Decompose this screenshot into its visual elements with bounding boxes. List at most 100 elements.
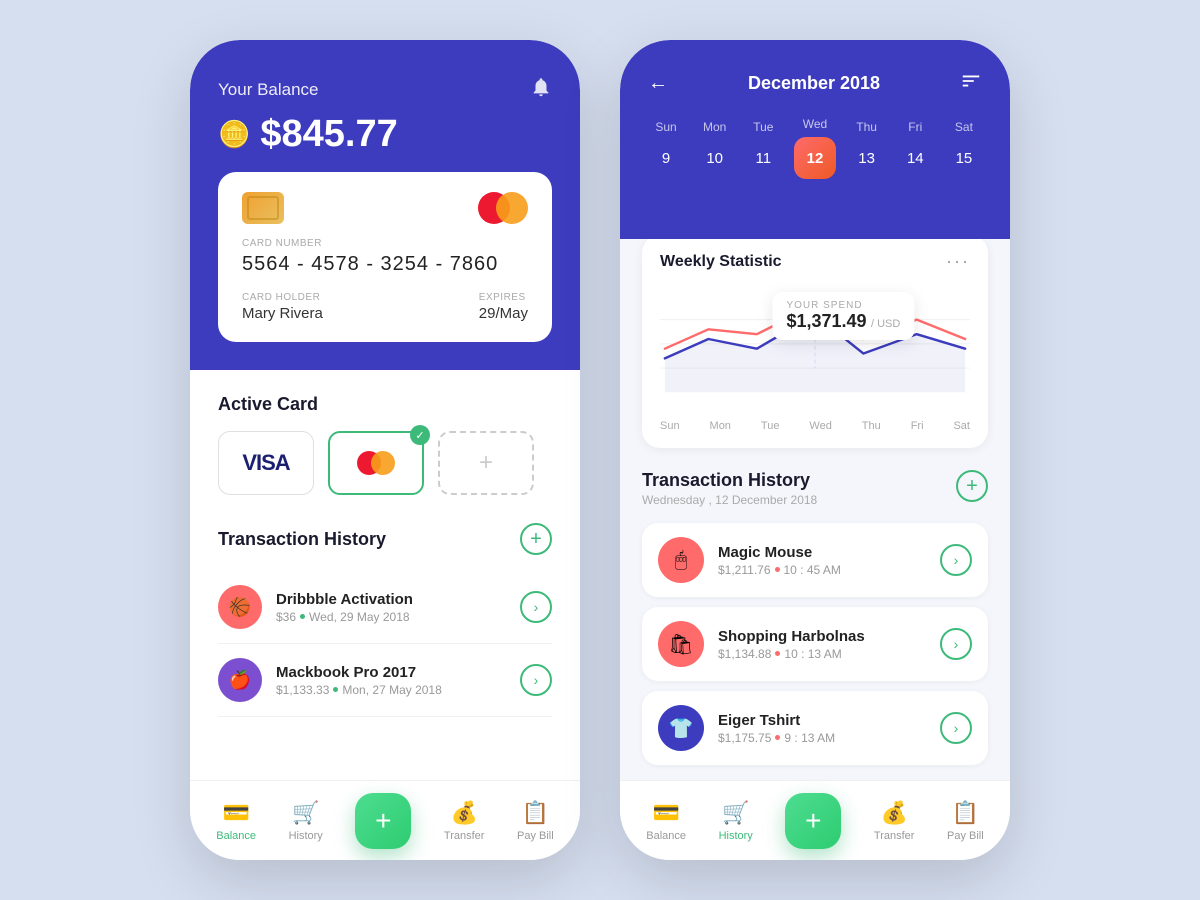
weekly-title: Weekly Statistic [660, 253, 782, 271]
cal-day-mon[interactable]: Mon 10 [697, 120, 733, 176]
magic-mouse-amount: $1,211.76 [718, 563, 771, 577]
chip-icon [242, 192, 284, 224]
card-number: 5564 - 4578 - 3254 - 7860 [242, 253, 528, 276]
add-right-transaction-button[interactable]: + [956, 470, 988, 502]
balance-nav-label: Balance [216, 830, 256, 842]
nav-pay-bill[interactable]: 📋 Pay Bill [517, 800, 554, 842]
balance-label: Your Balance [218, 80, 319, 100]
spend-amount: $1,371.49 [786, 311, 866, 331]
cal-day-tue[interactable]: Tue 11 [745, 120, 781, 176]
spend-tooltip: YOUR SPEND $1,371.49 / USD [772, 292, 914, 340]
macbook-icon: 🍎 [218, 658, 262, 702]
right-nav-center-add-button[interactable]: + [785, 793, 841, 849]
balance-nav-icon: 💳 [222, 800, 249, 826]
right-transaction-history: Transaction History Wednesday , 12 Decem… [642, 470, 988, 765]
mastercard-logo [478, 192, 528, 224]
right-body-scroll: Weekly Statistic ··· YOUR SPEND $1,371.4… [620, 215, 1010, 780]
cal-day-fri[interactable]: Fri 14 [897, 120, 933, 176]
bottom-navigation: 💳 Balance 🛒 History + 💰 Transfer 📋 Pay B… [190, 780, 580, 860]
transfer-nav-label: Transfer [444, 830, 485, 842]
eiger-time: 9 : 13 AM [784, 731, 835, 745]
chart-area: YOUR SPEND $1,371.49 / USD [660, 284, 970, 414]
magic-mouse-meta: $1,211.76 10 : 45 AM [718, 563, 926, 577]
right-nav-history[interactable]: 🛒 History [719, 800, 753, 842]
right-balance-nav-label: Balance [646, 830, 686, 842]
right-history-nav-label: History [719, 830, 753, 842]
transfer-nav-icon: 💰 [450, 800, 477, 826]
chart-label-tue: Tue [761, 420, 780, 432]
back-button[interactable]: ← [648, 72, 668, 95]
filter-icon[interactable] [960, 70, 982, 97]
card-expires-section: EXPIRES 29/May [479, 292, 528, 322]
shopping-meta: $1,134.88 10 : 13 AM [718, 647, 926, 661]
right-balance-nav-icon: 💳 [652, 800, 679, 826]
calendar-row: Sun 9 Mon 10 Tue 11 Wed 12 Thu 13 Fri 14 [648, 117, 982, 179]
right-bottom-navigation: 💳 Balance 🛒 History + 💰 Transfer 📋 Pay B… [620, 780, 1010, 860]
dribbble-icon: 🏀 [218, 585, 262, 629]
mastercard-thumb[interactable]: ✓ [328, 431, 424, 495]
meta-dot-1 [775, 567, 780, 572]
nav-balance[interactable]: 💳 Balance [216, 800, 256, 842]
add-card-thumb[interactable]: + [438, 431, 534, 495]
balance-amount: 🪙 $845.77 [218, 113, 552, 156]
right-transfer-nav-label: Transfer [874, 830, 915, 842]
tx-card-shopping: 🛍 Shopping Harbolnas $1,134.88 10 : 13 A… [642, 607, 988, 681]
transaction-history-title: Transaction History [218, 529, 386, 550]
cal-day-thu[interactable]: Thu 13 [849, 120, 885, 176]
history-nav-label: History [289, 830, 323, 842]
card-top-row [242, 192, 528, 224]
macbook-amount: $1,133.33 [276, 683, 329, 697]
phone-body: Active Card VISA ✓ + Transaction His [190, 370, 580, 780]
dribbble-amount: $36 [276, 610, 296, 624]
eiger-meta: $1,175.75 9 : 13 AM [718, 731, 926, 745]
transaction-history-section: Transaction History + 🏀 Dribbble Activat… [218, 523, 552, 717]
pay-bill-nav-icon: 📋 [522, 800, 549, 826]
check-badge: ✓ [410, 425, 430, 445]
eiger-icon: 👕 [658, 705, 704, 751]
notification-icon[interactable] [530, 76, 552, 103]
eiger-name: Eiger Tshirt [718, 712, 926, 729]
dribbble-arrow[interactable]: › [520, 591, 552, 623]
chart-label-wed: Wed [809, 420, 831, 432]
cal-day-wed[interactable]: Wed 12 [794, 117, 836, 179]
balance-header: Your Balance [218, 76, 552, 103]
right-nav-pay-bill[interactable]: 📋 Pay Bill [947, 800, 984, 842]
active-cards-row: VISA ✓ + [218, 431, 552, 495]
shopping-icon: 🛍 [658, 621, 704, 667]
dots-menu[interactable]: ··· [946, 251, 970, 272]
right-transfer-nav-icon: 💰 [880, 800, 907, 826]
right-nav-transfer[interactable]: 💰 Transfer [874, 800, 915, 842]
shopping-arrow[interactable]: › [940, 628, 972, 660]
left-phone: Your Balance 🪙 $845.77 CARD NUMBER 5564 … [190, 40, 580, 860]
add-transaction-button[interactable]: + [520, 523, 552, 555]
right-phone: ← December 2018 Sun 9 Mon 10 Tue 11 Wed … [620, 40, 1010, 860]
weekly-statistic-card: Weekly Statistic ··· YOUR SPEND $1,371.4… [642, 235, 988, 448]
spend-currency: / USD [871, 318, 900, 330]
nav-history[interactable]: 🛒 History [289, 800, 323, 842]
cal-day-sat[interactable]: Sat 15 [946, 120, 982, 176]
card-number-label: CARD NUMBER [242, 238, 528, 249]
cal-day-sun[interactable]: Sun 9 [648, 120, 684, 176]
card-holder-value: Mary Rivera [242, 305, 323, 322]
macbook-arrow[interactable]: › [520, 664, 552, 696]
nav-center-add-button[interactable]: + [355, 793, 411, 849]
nav-transfer[interactable]: 💰 Transfer [444, 800, 485, 842]
wallet-icon: 🪙 [218, 119, 250, 150]
active-card-title: Active Card [218, 394, 318, 415]
visa-card-thumb[interactable]: VISA [218, 431, 314, 495]
phone-header: Your Balance 🪙 $845.77 CARD NUMBER 5564 … [190, 40, 580, 370]
magic-mouse-arrow[interactable]: › [940, 544, 972, 576]
transaction-item-macbook: 🍎 Mackbook Pro 2017 $1,133.33 Mon, 27 Ma… [218, 644, 552, 717]
card-expires-value: 29/May [479, 305, 528, 322]
macbook-name: Mackbook Pro 2017 [276, 664, 506, 681]
macbook-info: Mackbook Pro 2017 $1,133.33 Mon, 27 May … [276, 664, 506, 697]
right-nav-balance[interactable]: 💳 Balance [646, 800, 686, 842]
eiger-arrow[interactable]: › [940, 712, 972, 744]
right-tx-title: Transaction History [642, 470, 817, 491]
right-tx-title-group: Transaction History Wednesday , 12 Decem… [642, 470, 817, 507]
meta-dot-2 [775, 651, 780, 656]
tx-card-magic-mouse: 🖱 Magic Mouse $1,211.76 10 : 45 AM › [642, 523, 988, 597]
chart-label-mon: Mon [710, 420, 731, 432]
right-phone-body: Weekly Statistic ··· YOUR SPEND $1,371.4… [620, 215, 1010, 780]
chart-labels: Sun Mon Tue Wed Thu Fri Sat [660, 420, 970, 432]
